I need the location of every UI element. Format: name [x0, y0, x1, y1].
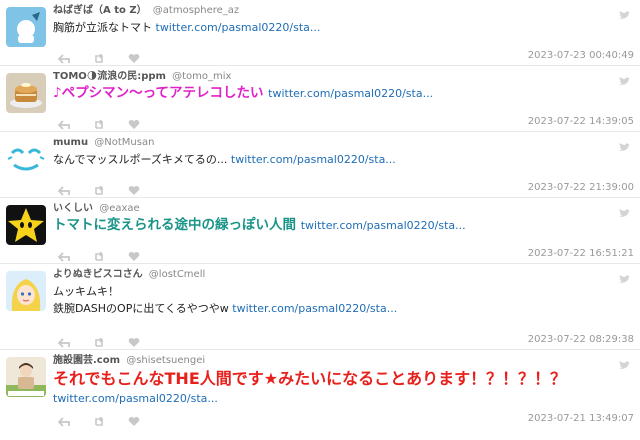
avatar[interactable]: [6, 357, 46, 397]
twitter-bird-icon[interactable]: [619, 355, 630, 374]
tweet-body: なんでマッスルポーズキメてるの...: [53, 153, 228, 166]
twitter-bird-icon[interactable]: [619, 71, 630, 90]
tweet-timestamp[interactable]: 2023-07-23 00:40:49: [528, 50, 634, 61]
tweet-item: TOMO🌗流浪の民:ppm @tomo_mix ♪ペプシマン～ってアテレコしたい…: [0, 66, 640, 132]
tweet-item: 施設園芸.com @shisetsuengei それでもこんなTHE人間です★み…: [0, 350, 640, 428]
avatar[interactable]: [6, 205, 46, 245]
avatar-image: [6, 205, 46, 245]
tweet-text: ムッキムキ！ 鉄腕DASHのOPに出てくるやつやw twitter.com/pa…: [53, 283, 600, 317]
tweet-item: よりぬきビスコさん @lostCmell ムッキムキ！ 鉄腕DASHのOPに出て…: [0, 264, 640, 350]
tweet-body: 鉄腕DASHのOPに出てくるやつやw: [53, 302, 229, 315]
tweet-author-handle[interactable]: @atmosphere_az: [153, 5, 239, 16]
tweet-author-handle[interactable]: @shisetsuengei: [126, 355, 205, 366]
tweet-link[interactable]: twitter.com/pasmal0220/sta...: [156, 21, 321, 34]
avatar-image: [6, 7, 46, 47]
tweet-feed: ねばぎば（A to Z） @atmosphere_az 胸筋が立派なトマト tw…: [0, 0, 640, 428]
tweet-author-name[interactable]: mumu: [53, 137, 88, 148]
tweet-author-name[interactable]: TOMO🌗流浪の民:ppm: [53, 71, 166, 82]
heart-icon[interactable]: [128, 412, 140, 431]
tweet-text: 胸筋が立派なトマト twitter.com/pasmal0220/sta...: [53, 19, 600, 36]
tweet-timestamp[interactable]: 2023-07-22 16:51:21: [528, 248, 634, 259]
tweet-text: なんでマッスルポーズキメてるの... twitter.com/pasmal022…: [53, 151, 600, 168]
tweet-item: ねばぎば（A to Z） @atmosphere_az 胸筋が立派なトマト tw…: [0, 0, 640, 66]
tweet-actions: [57, 411, 158, 427]
tweet-text: ♪ペプシマン～ってアテレコしたい twitter.com/pasmal0220/…: [53, 85, 600, 102]
tweet-actions: [57, 332, 158, 348]
twitter-bird-icon[interactable]: [619, 5, 630, 24]
twitter-bird-icon[interactable]: [619, 269, 630, 288]
tweet-actions: [57, 246, 158, 262]
tweet-author-handle[interactable]: @tomo_mix: [172, 71, 231, 82]
tweet-body: ♪ペプシマン～ってアテレコしたい: [53, 85, 264, 101]
tweet-link[interactable]: twitter.com/pasmal0220/sta...: [301, 219, 466, 232]
tweet-link[interactable]: twitter.com/pasmal0220/sta...: [232, 302, 397, 315]
tweet-author-name[interactable]: いくしい: [53, 203, 93, 214]
tweet-actions: [57, 180, 158, 196]
tweet-author-handle[interactable]: @eaxae: [99, 203, 139, 214]
avatar[interactable]: [6, 7, 46, 47]
twitter-bird-icon[interactable]: [619, 137, 630, 156]
avatar-image: [6, 357, 46, 397]
tweet-text: それでもこんなTHE人間です★みたいになることあります！？！？！？ twitte…: [53, 369, 600, 409]
tweet-timestamp[interactable]: 2023-07-21 13:49:07: [528, 413, 634, 424]
tweet-author-name[interactable]: よりぬきビスコさん: [53, 269, 143, 280]
tweet-author-handle[interactable]: @lostCmell: [149, 269, 205, 280]
avatar[interactable]: [6, 271, 46, 311]
tweet-item: いくしい @eaxae トマトに変えられる途中の緑っぽい人間 twitter.c…: [0, 198, 640, 264]
tweet-body: トマトに変えられる途中の緑っぽい人間: [53, 217, 296, 233]
tweet-timestamp[interactable]: 2023-07-22 21:39:00: [528, 182, 634, 193]
twitter-bird-icon[interactable]: [619, 203, 630, 222]
tweet-timestamp[interactable]: 2023-07-22 08:29:38: [528, 334, 634, 345]
tweet-author-name[interactable]: 施設園芸.com: [53, 355, 120, 366]
tweet-actions: [57, 48, 158, 64]
avatar-image: [6, 271, 46, 311]
tweet-text: トマトに変えられる途中の緑っぽい人間 twitter.com/pasmal022…: [53, 217, 600, 234]
retweet-icon[interactable]: [93, 412, 105, 431]
tweet-link[interactable]: twitter.com/pasmal0220/sta...: [53, 389, 600, 409]
avatar[interactable]: [6, 73, 46, 113]
tweet-author-handle[interactable]: @NotMusan: [94, 137, 154, 148]
tweet-item: mumu @NotMusan なんでマッスルポーズキメてるの... twitte…: [0, 132, 640, 198]
reply-icon[interactable]: [57, 412, 70, 431]
tweet-author-name[interactable]: ねばぎば（A to Z）: [53, 5, 147, 16]
avatar-image: [6, 73, 46, 113]
tweet-body: 胸筋が立派なトマト: [53, 21, 152, 34]
tweet-timestamp[interactable]: 2023-07-22 14:39:05: [528, 116, 634, 127]
avatar[interactable]: [6, 139, 46, 179]
tweet-link[interactable]: twitter.com/pasmal0220/sta...: [268, 87, 433, 100]
tweet-body-line1: ムッキムキ！: [53, 285, 119, 298]
tweet-link[interactable]: twitter.com/pasmal0220/sta...: [231, 153, 396, 166]
tweet-actions: [57, 114, 158, 130]
avatar-image: [6, 139, 46, 179]
tweet-body: それでもこんなTHE人間です★みたいになることあります！？！？！？: [53, 369, 567, 388]
